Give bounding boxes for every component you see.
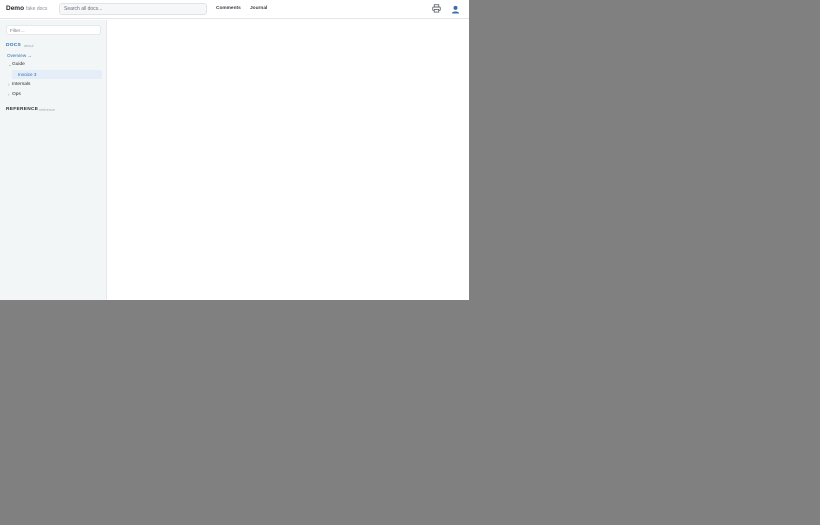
search-placeholder: Search all docs... (64, 6, 103, 12)
search-input[interactable]: Search all docs... (59, 3, 207, 15)
docs-section-sub: about (24, 44, 34, 48)
sidebar-item-internals[interactable]: Internals (12, 82, 30, 87)
sidebar-item-ops[interactable]: Ops (12, 92, 21, 97)
reference-section-sub: reference (39, 108, 56, 112)
top-bar: Demo fake docs Search all docs... Commen… (0, 0, 469, 19)
brand-title[interactable]: Demo (6, 5, 24, 12)
nav-comments-link[interactable]: Comments (216, 6, 241, 11)
brand-subtitle: fake docs (26, 6, 48, 12)
chevron-right-icon[interactable]: › (8, 92, 10, 97)
user-icon[interactable] (451, 5, 460, 14)
sidebar-item-invoice-3[interactable]: Invoice 3 (18, 72, 36, 77)
sidebar-item-guide[interactable]: Guide (12, 62, 25, 67)
filter-input[interactable]: Filter… (6, 25, 101, 35)
overview-link[interactable]: Overview → (7, 53, 32, 58)
main-content (108, 20, 469, 300)
filter-placeholder: Filter… (10, 28, 25, 33)
reference-section-title[interactable]: REFERENCE (6, 107, 38, 112)
docs-section-title[interactable]: DOCS (6, 43, 21, 48)
sidebar: Filter… DOCS about Overview → ⌄ Guide In… (0, 20, 107, 300)
nav-journal-link[interactable]: Journal (250, 6, 267, 11)
chevron-right-icon[interactable]: › (8, 82, 10, 87)
printer-icon[interactable] (432, 4, 441, 13)
app-window: Demo fake docs Search all docs... Commen… (0, 0, 469, 300)
